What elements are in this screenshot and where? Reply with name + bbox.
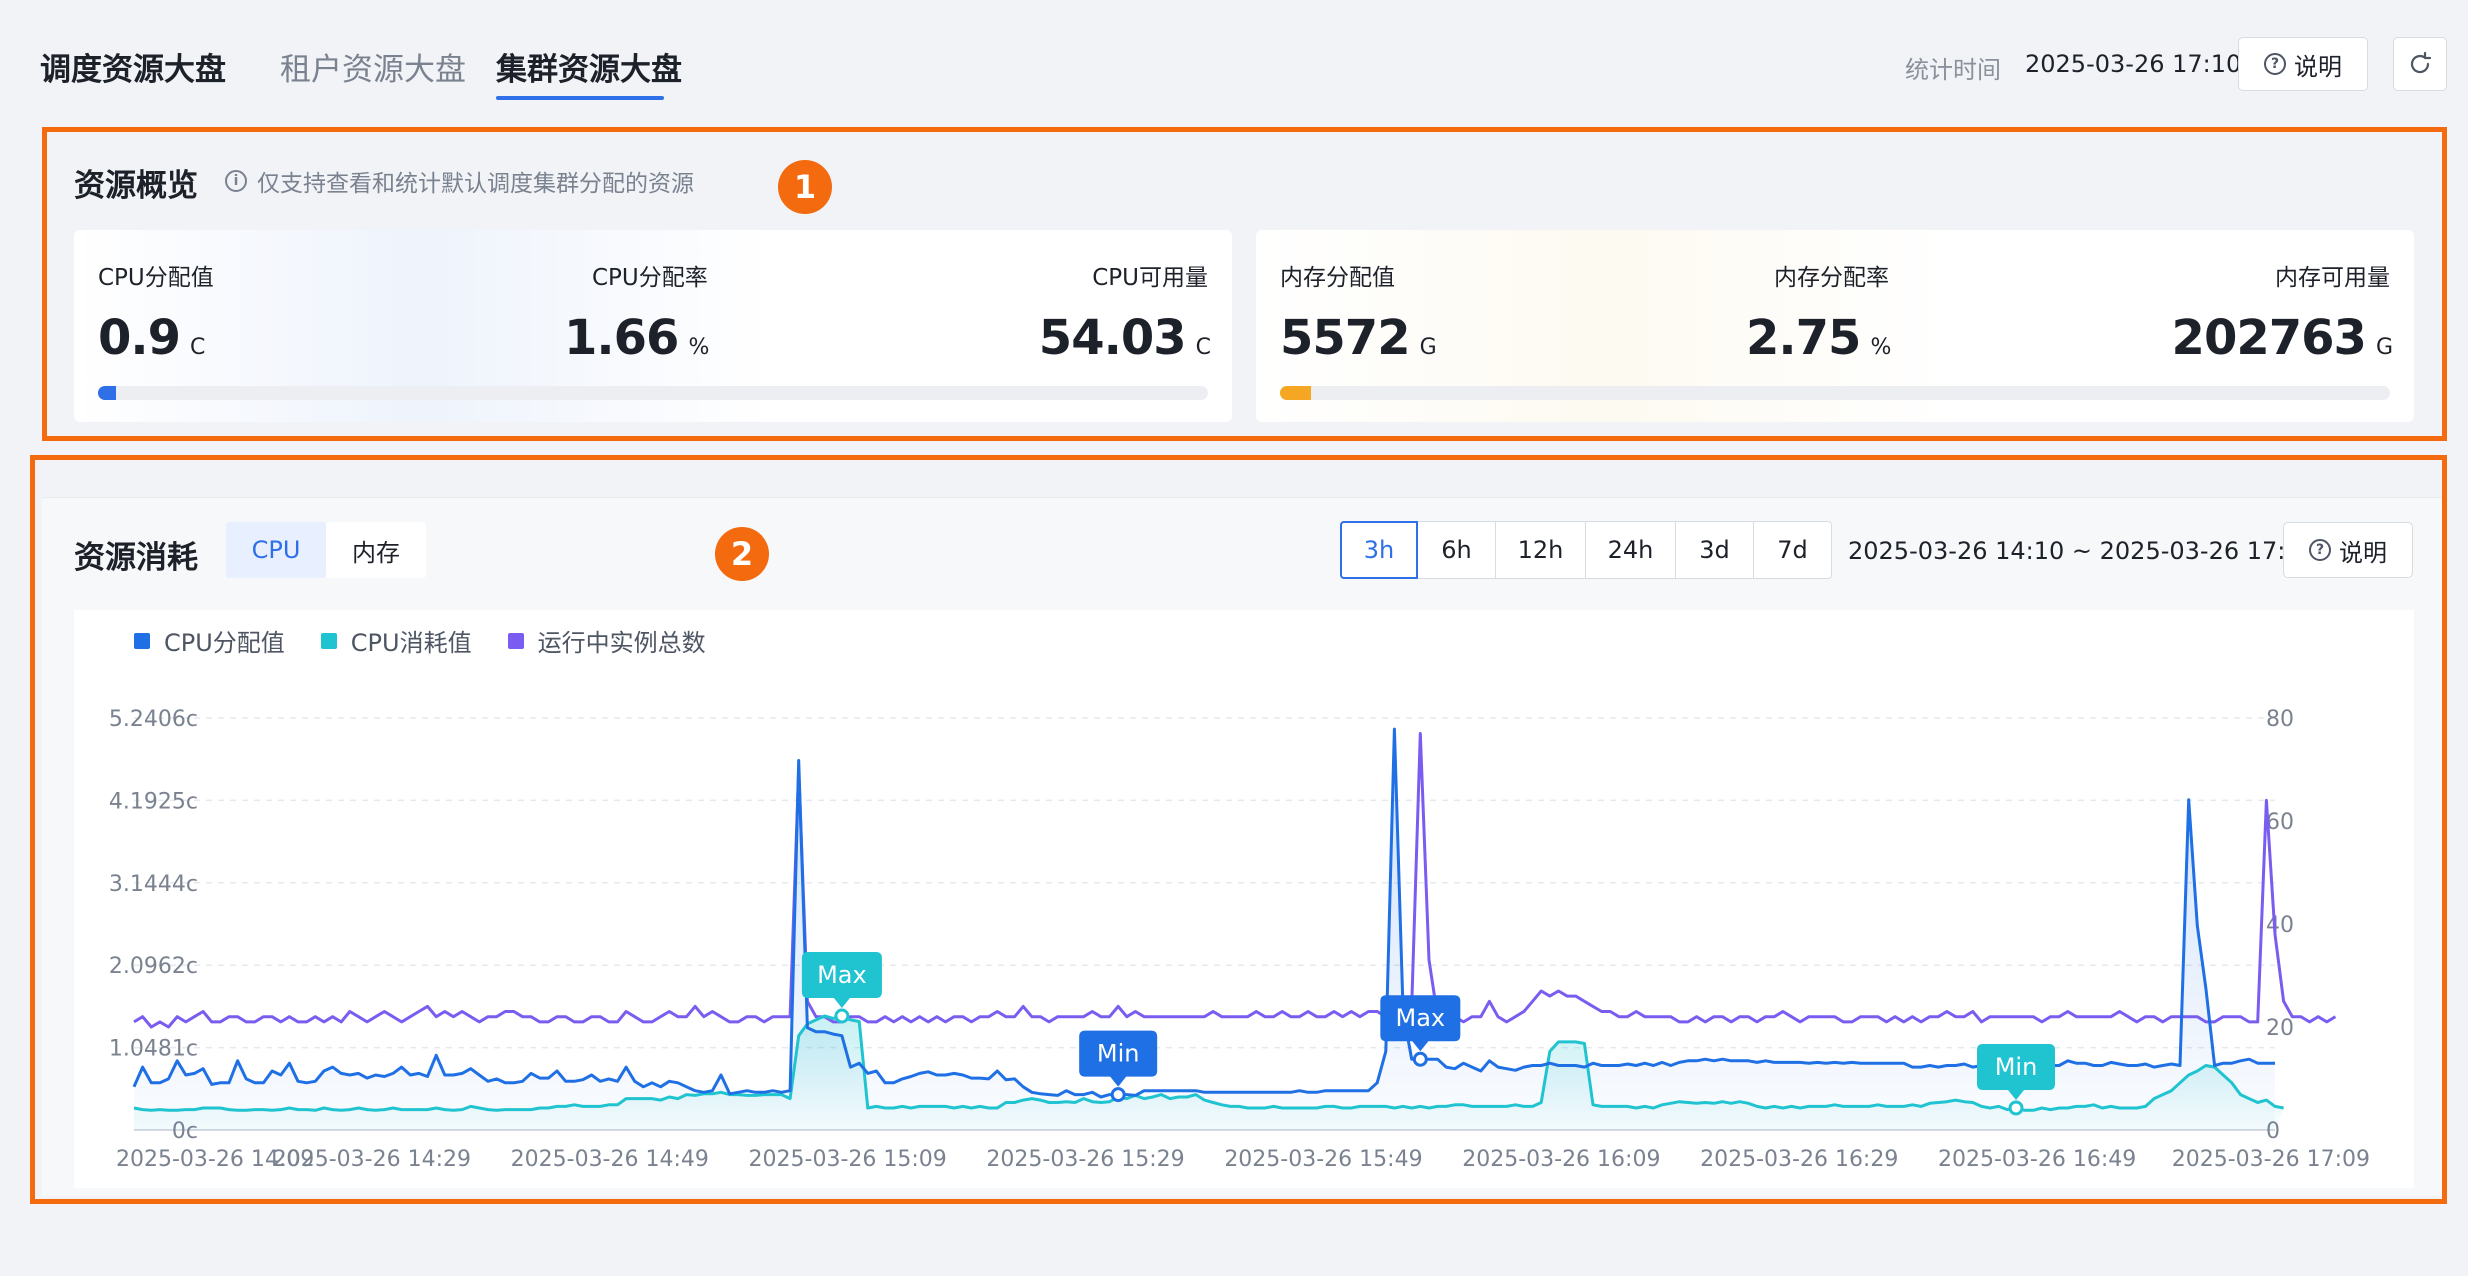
annotation-badge-2: 2 — [715, 527, 769, 581]
question-icon: ? — [2264, 53, 2286, 75]
stat-time-label: 统计时间 — [1905, 56, 2001, 84]
refresh-button[interactable] — [2393, 37, 2447, 91]
annotation-box-1 — [42, 127, 2447, 441]
tab-cluster-resources[interactable]: 集群资源大盘 — [496, 44, 682, 89]
annotation-box-2 — [30, 455, 2447, 1204]
help-button-label: 说明 — [2294, 52, 2342, 81]
help-button[interactable]: ? 说明 — [2238, 37, 2368, 91]
annotation-badge-1: 1 — [778, 160, 832, 214]
active-tab-indicator — [496, 96, 664, 100]
page-header: 调度资源大盘 租户资源大盘 集群资源大盘 统计时间 2025-03-26 17:… — [0, 0, 2468, 120]
tab-tenant-resources[interactable]: 租户资源大盘 — [280, 44, 466, 89]
stat-time-value: 2025-03-26 17:10 — [2025, 50, 2242, 78]
refresh-icon — [2410, 51, 2432, 74]
page-title: 调度资源大盘 — [40, 52, 226, 88]
